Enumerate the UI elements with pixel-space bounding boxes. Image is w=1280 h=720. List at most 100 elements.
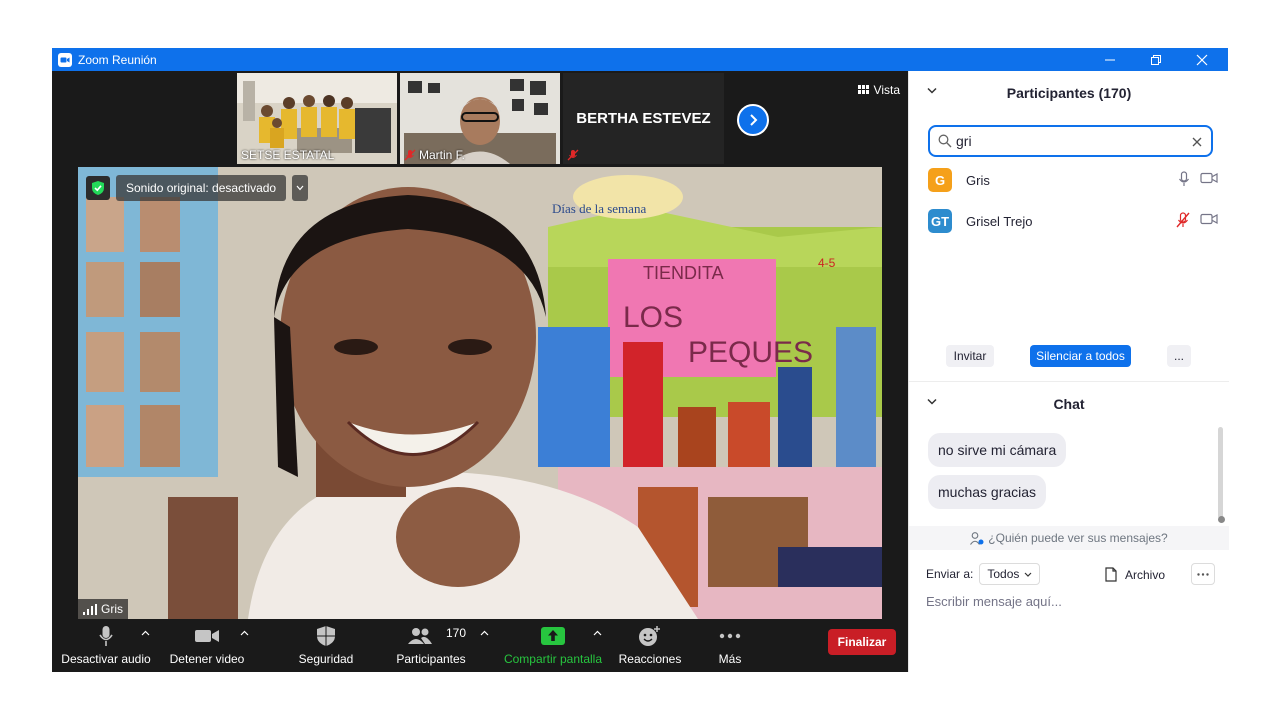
grid-view-icon [857, 85, 869, 94]
who-can-see-label: ¿Quién puede ver sus mensajes? [988, 531, 1168, 545]
mute-audio-button[interactable]: Desactivar audio [58, 619, 154, 672]
participants-title: Participantes (170) [1006, 85, 1132, 101]
end-meeting-button[interactable]: Finalizar [828, 629, 896, 655]
more-dots-icon [719, 633, 741, 639]
participants-icon [408, 628, 432, 644]
participant-name: Grisel Trejo [966, 213, 1033, 229]
view-button[interactable]: Vista [857, 83, 900, 97]
participants-button[interactable]: 170 Participantes [388, 619, 474, 672]
audio-options-chevron[interactable] [141, 627, 150, 639]
muted-mic-icon [567, 149, 579, 161]
send-to-label: Enviar a: [926, 567, 974, 581]
invite-button[interactable]: Invitar [946, 345, 994, 367]
svg-text:LOS: LOS [623, 301, 683, 334]
main-speaker-video[interactable]: TIENDITA LOS PEQUES Días de la semana 4-… [78, 167, 882, 619]
clear-search-icon[interactable] [1192, 137, 1202, 147]
participant-search-input[interactable]: gri [928, 125, 1213, 157]
tile-name-label: BERTHA ESTEVEZ [576, 110, 711, 127]
person-visibility-icon [970, 531, 984, 545]
zoom-logo-icon [58, 52, 72, 67]
video-tile-martin[interactable]: Martin F. [400, 73, 560, 164]
speaker-name-badge: Gris [78, 599, 128, 619]
minimize-icon [1105, 59, 1115, 60]
participants-options-chevron[interactable] [480, 627, 489, 639]
mute-all-button[interactable]: Silenciar a todos [1030, 345, 1131, 367]
more-options-button[interactable]: ... [1167, 345, 1191, 367]
sound-badge: Sonido original: desactivado [86, 175, 309, 201]
tile-name-label: Martin F. [404, 148, 465, 162]
video-options-chevron[interactable] [240, 627, 249, 639]
chat-more-button[interactable] [1191, 563, 1215, 585]
title-bar: Zoom Reunión [52, 48, 1228, 71]
chat-title: Chat [1053, 396, 1085, 412]
chat-scrollbar[interactable] [1218, 427, 1223, 519]
chat-message: muchas gracias [928, 475, 1047, 509]
participant-row[interactable]: GT Grisel Trejo [928, 208, 1218, 234]
restore-icon [1151, 54, 1161, 65]
collapse-chevron-icon[interactable] [927, 398, 937, 405]
avatar: GT [928, 209, 952, 233]
stop-video-label: Detener video [169, 652, 245, 666]
avatar: G [928, 168, 952, 192]
original-sound-menu-button[interactable] [292, 175, 309, 201]
more-label: Más [718, 652, 742, 666]
minimize-button[interactable] [1087, 48, 1133, 71]
view-label: Vista [873, 83, 900, 97]
stop-video-button[interactable]: Detener video [164, 619, 250, 672]
svg-text:4-5: 4-5 [818, 256, 836, 270]
more-button[interactable]: Más [704, 619, 756, 672]
file-icon [1105, 567, 1117, 582]
chat-message-input[interactable]: Escribir mensaje aquí... [926, 594, 1062, 609]
original-sound-toggle[interactable]: Sonido original: desactivado [116, 175, 287, 201]
video-tile-bertha[interactable]: BERTHA ESTEVEZ [563, 73, 724, 164]
share-screen-button[interactable]: Compartir pantalla [500, 619, 606, 672]
collapse-chevron-icon[interactable] [927, 87, 937, 94]
chat-header: Chat [909, 382, 1229, 426]
video-tile-setse[interactable]: SETSE ESTATAL [237, 73, 397, 164]
reactions-emoji-icon [639, 626, 660, 646]
chevron-down-icon [1024, 572, 1032, 577]
chat-scroll-thumb[interactable] [1218, 516, 1225, 523]
meeting-area: SETSE ESTATAL Martin F. BERTHA ESTEVEZ V… [52, 71, 908, 672]
security-button[interactable]: Seguridad [290, 619, 362, 672]
participants-count: 170 [446, 626, 467, 640]
file-label: Archivo [1125, 567, 1166, 582]
close-icon [1196, 54, 1208, 65]
mute-audio-label: Desactivar audio [61, 652, 151, 666]
chevron-down-icon [296, 185, 304, 191]
share-screen-label: Compartir pantalla [503, 652, 603, 666]
microphone-icon[interactable] [1178, 171, 1190, 187]
participant-row[interactable]: G Gris [928, 167, 1218, 193]
svg-text:PEQUES: PEQUES [688, 336, 813, 369]
signal-strength-icon [83, 603, 97, 615]
side-panel: Participantes (170) gri G Gris GT Grisel… [908, 71, 1229, 672]
file-button[interactable]: Archivo [1105, 567, 1165, 582]
encryption-shield-icon [86, 176, 110, 200]
reactions-label: Reacciones [618, 652, 682, 666]
microphone-icon [99, 626, 113, 646]
close-button[interactable] [1179, 48, 1225, 71]
who-can-see-link[interactable]: ¿Quién puede ver sus mensajes? [909, 526, 1229, 550]
chevron-up-icon [480, 630, 489, 636]
speaker-name: Gris [101, 602, 123, 616]
muted-mic-icon[interactable] [1176, 212, 1190, 228]
video-camera-icon[interactable] [1200, 171, 1218, 185]
send-to-row: Enviar a: Todos [926, 563, 1041, 585]
next-page-button[interactable] [737, 104, 769, 136]
chevron-right-icon [750, 114, 758, 126]
participant-name: Gris [966, 172, 990, 188]
reactions-button[interactable]: Reacciones [612, 619, 688, 672]
meeting-toolbar: Desactivar audio Detener video Seguridad… [52, 619, 908, 672]
speaker-video-image: TIENDITA LOS PEQUES Días de la semana 4-… [78, 167, 882, 619]
svg-text:Días de la semana: Días de la semana [552, 201, 646, 216]
send-to-select[interactable]: Todos [979, 563, 1041, 585]
video-camera-icon[interactable] [1200, 212, 1218, 226]
send-to-value: Todos [987, 567, 1020, 581]
search-icon [938, 134, 952, 148]
participants-header: Participantes (170) [909, 71, 1229, 115]
window-title: Zoom Reunión [78, 52, 157, 67]
restore-button[interactable] [1133, 48, 1179, 71]
share-options-chevron[interactable] [593, 627, 602, 639]
chevron-up-icon [593, 630, 602, 636]
chevron-up-icon [141, 630, 150, 636]
